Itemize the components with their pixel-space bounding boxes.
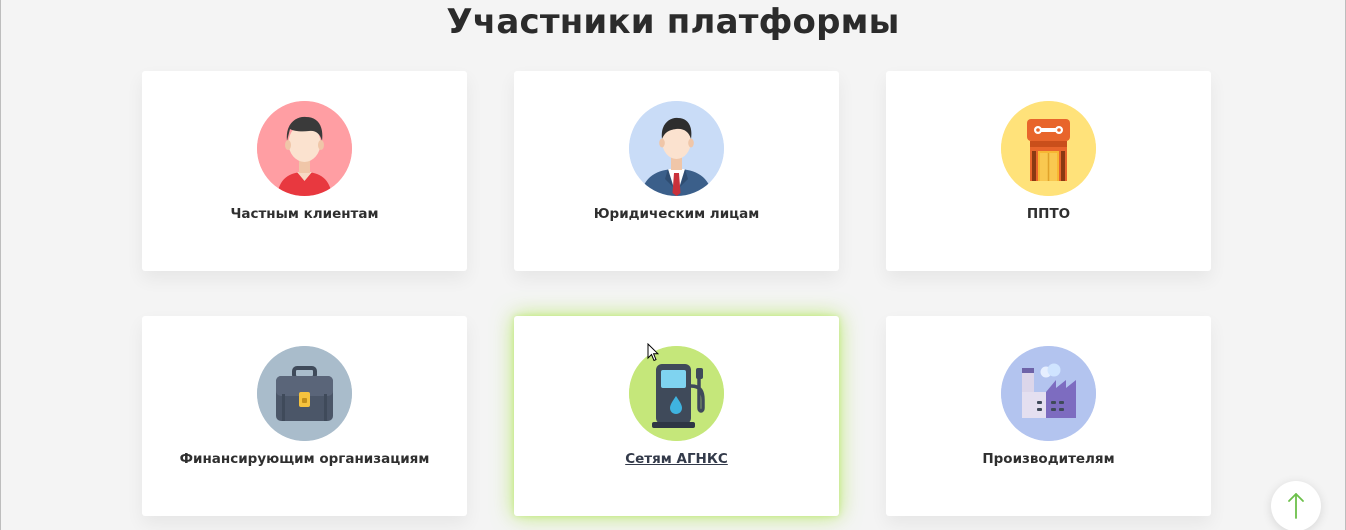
card-label: Производителям <box>982 451 1115 467</box>
card-private-clients[interactable]: Частным клиентам <box>142 71 467 271</box>
card-ppto[interactable]: ППТО <box>886 71 1211 271</box>
page: Участники платформы Частным клиентам Юри… <box>0 0 1346 530</box>
card-financing-organizations[interactable]: Финансирующим организациям <box>142 316 467 516</box>
section-title: Участники платформы <box>446 2 900 42</box>
card-label: ППТО <box>1026 206 1071 222</box>
gas-pump-icon <box>629 346 724 441</box>
card-label: Юридическим лицам <box>593 206 760 222</box>
card-manufacturers[interactable]: Производителям <box>886 316 1211 516</box>
card-cng-station-networks[interactable]: Сетям АГНКС <box>514 316 839 516</box>
businessman-icon <box>629 101 724 196</box>
arrow-up-icon <box>1288 493 1304 519</box>
briefcase-icon <box>257 346 352 441</box>
factory-icon <box>1001 346 1096 441</box>
card-label[interactable]: Сетям АГНКС <box>514 451 839 467</box>
service-station-icon <box>1001 101 1096 196</box>
card-label: Финансирующим организациям <box>179 451 430 467</box>
card-legal-entities[interactable]: Юридическим лицам <box>514 71 839 271</box>
card-label: Частным клиентам <box>230 206 379 222</box>
scroll-to-top-button[interactable] <box>1271 481 1321 530</box>
private-client-icon <box>257 101 352 196</box>
